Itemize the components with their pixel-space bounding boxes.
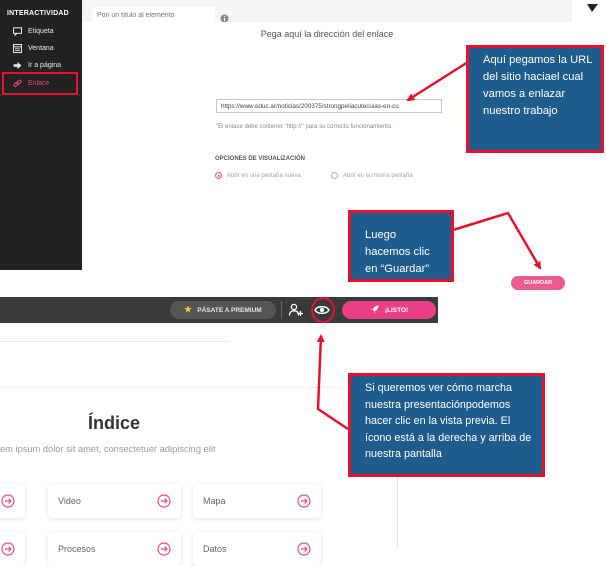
callout-preview: Si queremos ver cómo marcha nuestra pres…: [348, 373, 545, 477]
preview-arrow: [316, 334, 349, 431]
callout-save-text: Luego hacemos clic en “Guardar”: [365, 229, 430, 275]
callout-preview-text: Si queremos ver cómo marcha nuestra pres…: [365, 382, 532, 460]
save-arrow: [452, 211, 542, 270]
callout-url: Aquí pegamos la URL del sitio haciael cu…: [466, 45, 604, 153]
callout-url-text: Aquí pegamos la URL del sitio haciael cu…: [483, 54, 593, 117]
url-arrow: [406, 60, 469, 102]
callout-save: Luego hacemos clic en “Guardar”: [348, 210, 454, 282]
